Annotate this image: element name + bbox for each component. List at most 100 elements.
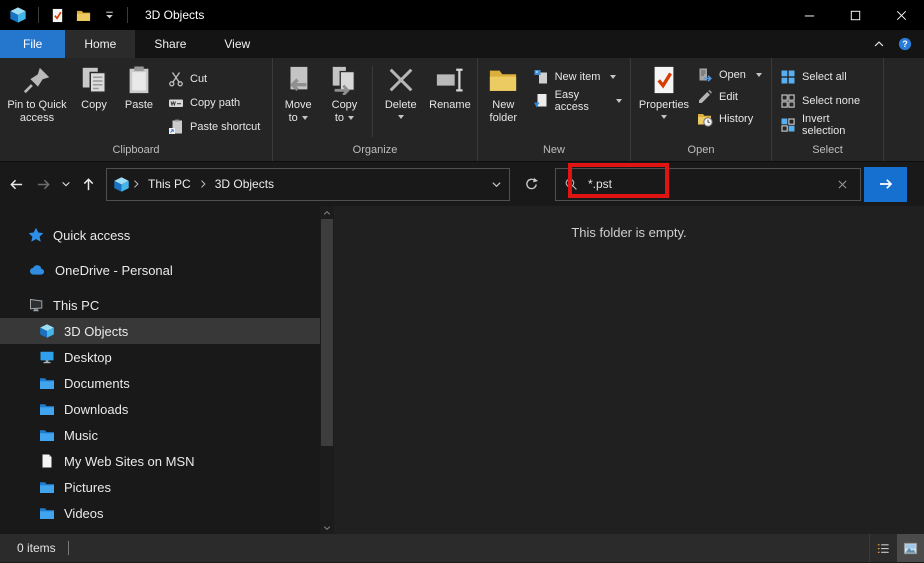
copy-button[interactable]: Copy bbox=[72, 60, 116, 143]
sidebar-item-documents[interactable]: Documents bbox=[0, 370, 320, 396]
new-item-button[interactable]: New item bbox=[533, 67, 622, 86]
easy-access-button[interactable]: Easy access bbox=[533, 91, 622, 110]
search-go-button[interactable] bbox=[864, 167, 907, 202]
quick-access-toolbar-new-folder-button[interactable] bbox=[70, 3, 96, 27]
rename-button[interactable]: Rename bbox=[425, 60, 475, 143]
details-view-button[interactable] bbox=[870, 534, 897, 562]
scroll-up-arrow-icon[interactable] bbox=[320, 206, 334, 219]
scrollbar-track[interactable] bbox=[320, 219, 334, 521]
sidebar-item-onedrive[interactable]: OneDrive - Personal bbox=[0, 257, 320, 283]
sidebar-item-videos[interactable]: Videos bbox=[0, 500, 320, 526]
scissors-icon bbox=[168, 71, 184, 87]
paste-shortcut-button[interactable]: Paste shortcut bbox=[168, 117, 260, 136]
close-button[interactable] bbox=[878, 0, 924, 30]
select-group-label: Select bbox=[772, 143, 883, 161]
sidebar-item-label: Pictures bbox=[64, 480, 111, 495]
invert-selection-icon bbox=[780, 117, 796, 133]
breadcrumb-chevron-icon[interactable] bbox=[197, 178, 209, 190]
breadcrumb-3d-objects[interactable]: 3D Objects bbox=[209, 177, 280, 191]
sidebar-item-quick-access[interactable]: Quick access bbox=[0, 222, 320, 248]
collapse-ribbon-chevron-up-icon[interactable] bbox=[872, 37, 886, 51]
sidebar-item-downloads[interactable]: Downloads bbox=[0, 396, 320, 422]
select-all-label: Select all bbox=[802, 71, 847, 83]
edit-pencil-icon bbox=[697, 89, 713, 105]
sidebar-item-pictures[interactable]: Pictures bbox=[0, 474, 320, 500]
tab-share[interactable]: Share bbox=[135, 30, 205, 58]
sidebar-item-this-pc[interactable]: This PC bbox=[0, 292, 320, 318]
address-history-chevron-down-icon[interactable] bbox=[490, 178, 503, 191]
sidebar-item-label: Quick access bbox=[53, 228, 130, 243]
file-list-pane[interactable]: This folder is empty. bbox=[334, 206, 924, 534]
sidebar-item-desktop[interactable]: Desktop bbox=[0, 344, 320, 370]
properties-button[interactable]: Properties bbox=[633, 60, 695, 143]
copy-label: Copy bbox=[81, 99, 107, 112]
edit-button[interactable]: Edit bbox=[697, 87, 762, 106]
sidebar-item-music[interactable]: Music bbox=[0, 422, 320, 448]
history-icon bbox=[697, 111, 713, 127]
new-folder-button[interactable]: New folder bbox=[480, 60, 527, 143]
maximize-button[interactable] bbox=[832, 0, 878, 30]
group-inner-divider bbox=[372, 66, 373, 137]
tab-home[interactable]: Home bbox=[65, 30, 135, 58]
breadcrumb-this-pc[interactable]: This PC bbox=[142, 177, 197, 191]
app-3d-objects-icon bbox=[9, 6, 27, 24]
copy-path-button[interactable]: Copy path bbox=[168, 93, 260, 112]
dropdown-caret-icon bbox=[661, 115, 667, 119]
copy-to-icon bbox=[329, 65, 359, 95]
move-to-icon bbox=[283, 65, 313, 95]
invert-selection-button[interactable]: Invert selection bbox=[780, 115, 875, 134]
paste-button[interactable]: Paste bbox=[116, 60, 162, 143]
ribbon-group-new: New folder New item Easy access New bbox=[478, 58, 631, 161]
move-to-button[interactable]: Move to bbox=[275, 60, 321, 143]
copy-to-label: Copy to bbox=[332, 99, 358, 124]
search-box[interactable] bbox=[555, 168, 861, 201]
dropdown-caret-icon bbox=[398, 115, 404, 119]
select-none-label: Select none bbox=[802, 95, 860, 107]
history-button[interactable]: History bbox=[697, 109, 762, 128]
status-divider bbox=[68, 541, 69, 555]
cut-button[interactable]: Cut bbox=[168, 69, 260, 88]
minimize-button[interactable] bbox=[786, 0, 832, 30]
back-button[interactable] bbox=[3, 170, 30, 198]
select-all-button[interactable]: Select all bbox=[780, 67, 875, 86]
sidebar-item-label: My Web Sites on MSN bbox=[64, 454, 195, 469]
large-icons-view-button[interactable] bbox=[897, 534, 924, 562]
title-bar: 3D Objects bbox=[0, 0, 924, 30]
scrollbar-thumb[interactable] bbox=[321, 219, 333, 446]
paste-shortcut-label: Paste shortcut bbox=[190, 121, 260, 133]
refresh-button[interactable] bbox=[518, 170, 545, 198]
delete-x-icon bbox=[386, 65, 416, 95]
pin-to-quick-access-button[interactable]: Pin to Quick access bbox=[2, 60, 72, 143]
tab-file[interactable]: File bbox=[0, 30, 65, 58]
clear-search-button[interactable] bbox=[832, 174, 852, 194]
select-none-button[interactable]: Select none bbox=[780, 91, 875, 110]
delete-button[interactable]: Delete bbox=[377, 60, 425, 143]
properties-label: Properties bbox=[639, 99, 689, 112]
search-input[interactable] bbox=[588, 177, 832, 191]
forward-button[interactable] bbox=[30, 170, 57, 198]
item-count: 0 items bbox=[17, 541, 56, 555]
copy-path-label: Copy path bbox=[190, 97, 240, 109]
breadcrumb-chevron-icon[interactable] bbox=[130, 178, 142, 190]
move-to-label: Move to bbox=[285, 99, 312, 124]
address-bar[interactable]: This PC 3D Objects bbox=[106, 168, 510, 201]
sidebar-item-my-web-sites-on-msn[interactable]: My Web Sites on MSN bbox=[0, 448, 320, 474]
quick-access-toolbar-properties-button[interactable] bbox=[44, 3, 70, 27]
details-view-icon bbox=[876, 541, 891, 556]
up-button[interactable] bbox=[75, 170, 102, 198]
minimize-icon bbox=[802, 8, 817, 23]
tab-view[interactable]: View bbox=[205, 30, 269, 58]
sidebar-scrollbar[interactable] bbox=[320, 206, 334, 534]
downloads-folder-icon bbox=[39, 401, 55, 417]
location-3d-objects-icon bbox=[113, 176, 130, 193]
thumbnail-view-icon bbox=[903, 541, 918, 556]
organize-group-label: Organize bbox=[273, 143, 477, 161]
open-button[interactable]: Open bbox=[697, 65, 762, 84]
help-icon[interactable] bbox=[898, 37, 912, 51]
scroll-down-arrow-icon[interactable] bbox=[320, 521, 334, 534]
quick-access-toolbar-customize-button[interactable] bbox=[96, 3, 122, 27]
new-group-label: New bbox=[478, 143, 630, 161]
copy-to-button[interactable]: Copy to bbox=[321, 60, 367, 143]
sidebar-item-3d-objects[interactable]: 3D Objects bbox=[0, 318, 320, 344]
recent-locations-button[interactable] bbox=[57, 170, 75, 198]
